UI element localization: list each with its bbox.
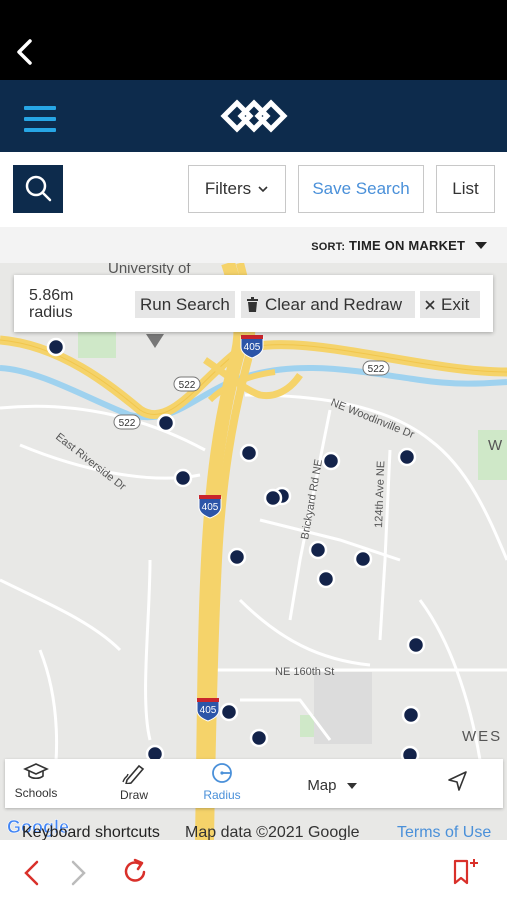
map-label-wes: WES	[462, 728, 502, 745]
map-type-dropdown[interactable]: Map	[300, 777, 364, 794]
listing-marker[interactable]	[316, 569, 336, 589]
radius-icon	[212, 763, 232, 783]
map-view[interactable]: University of NE Woodinville Dr East Riv…	[0, 263, 507, 840]
radius-tool[interactable]: Radius	[198, 762, 246, 802]
interstate-405-shield-a: 405	[244, 342, 261, 353]
graduation-cap-icon	[23, 763, 49, 780]
schools-tool[interactable]: Schools	[12, 762, 60, 800]
listing-marker[interactable]	[239, 443, 259, 463]
schools-label: Schools	[14, 786, 58, 800]
listing-marker[interactable]	[321, 451, 341, 471]
list-view-button[interactable]: List	[436, 165, 495, 213]
top-bar	[0, 0, 507, 80]
listing-marker[interactable]	[397, 447, 417, 467]
exit-button[interactable]: Exit	[420, 291, 480, 318]
trash-icon	[247, 297, 258, 312]
map-label-w: W	[488, 437, 503, 454]
map-tools-bar	[5, 759, 503, 808]
map-label-160th: NE 160th St	[275, 666, 334, 678]
map-label-brickyard: Brickyard Rd NE	[299, 458, 325, 540]
listing-marker[interactable]	[227, 547, 247, 567]
sort-value: TIME ON MARKET	[349, 238, 466, 253]
save-search-button[interactable]: Save Search	[298, 165, 424, 213]
clear-redraw-label: Clear and Redraw	[265, 294, 403, 314]
listing-marker[interactable]	[249, 728, 269, 748]
chevron-down-icon	[258, 186, 268, 193]
map-canvas[interactable]: University of NE Woodinville Dr East Riv…	[0, 263, 507, 840]
route-522-shield-b: 522	[119, 418, 136, 429]
add-bookmark-icon[interactable]	[452, 857, 480, 887]
reload-icon[interactable]	[121, 858, 149, 886]
poi-marker[interactable]	[146, 334, 164, 348]
draw-label: Draw	[119, 788, 148, 802]
radius-value: 5.86m radius	[29, 287, 74, 321]
map-label-woodinville: NE Woodinville Dr	[329, 397, 416, 442]
brand-logo[interactable]	[220, 95, 288, 137]
route-522-shield-a: 522	[179, 380, 196, 391]
draw-tool[interactable]: Draw	[112, 762, 156, 802]
location-arrow-icon	[448, 771, 467, 791]
listing-marker[interactable]	[46, 337, 66, 357]
filters-button[interactable]: Filters	[188, 165, 286, 213]
listing-marker[interactable]	[353, 549, 373, 569]
listing-marker[interactable]	[401, 705, 421, 725]
map-type-label: Map	[307, 777, 337, 794]
search-icon	[25, 175, 52, 202]
hamburger-icon[interactable]	[24, 106, 56, 132]
listing-marker[interactable]	[156, 413, 176, 433]
pencil-icon	[122, 764, 145, 786]
browser-toolbar	[0, 840, 507, 900]
map-label-124th: 124th Ave NE	[373, 461, 387, 528]
listing-marker[interactable]	[406, 635, 426, 655]
browser-back-icon[interactable]	[22, 860, 42, 886]
listing-marker[interactable]	[219, 702, 239, 722]
filters-label: Filters	[204, 179, 252, 198]
clear-redraw-button[interactable]: Clear and Redraw	[241, 291, 415, 318]
caret-down-icon	[475, 242, 487, 249]
sort-prefix: SORT:	[311, 241, 346, 253]
exit-label: Exit	[441, 294, 470, 314]
interstate-405-shield-b: 405	[202, 502, 219, 513]
listing-marker[interactable]	[173, 468, 193, 488]
interstate-405-shield-c: 405	[200, 705, 217, 716]
radius-label: Radius	[203, 788, 241, 802]
close-icon	[425, 299, 435, 310]
route-522-shield-c: 522	[368, 364, 385, 375]
run-search-button[interactable]: Run Search	[135, 291, 235, 318]
browser-forward-icon[interactable]	[68, 860, 88, 886]
listing-marker[interactable]	[308, 540, 328, 560]
sort-dropdown[interactable]: SORT: TIME ON MARKET	[311, 238, 487, 253]
chevron-left-icon[interactable]	[14, 38, 36, 66]
search-button[interactable]	[13, 165, 63, 213]
listing-marker[interactable]	[263, 488, 283, 508]
caret-down-icon	[346, 783, 357, 790]
locate-me-button[interactable]	[444, 770, 470, 795]
